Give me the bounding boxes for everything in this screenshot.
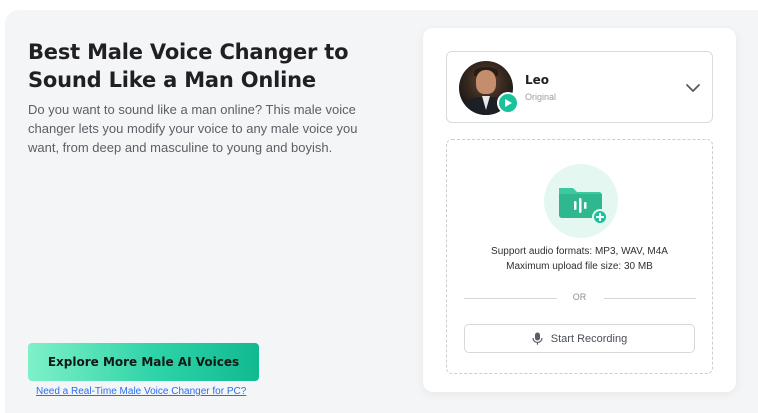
start-recording-label: Start Recording [550,332,628,345]
voice-name: Leo [525,73,550,87]
page-title: Best Male Voice Changer to Sound Like a … [28,38,388,94]
page-title-line2: Sound Like a Man Online [28,68,316,92]
supported-formats-text: Support audio formats: MP3, WAV, M4A [491,246,668,257]
voice-selector-dropdown[interactable]: Leo Original [446,51,713,123]
page-title-line1: Best Male Voice Changer to [28,40,349,64]
or-separator: OR [572,292,587,302]
voice-subtitle: Original [525,92,557,102]
audio-folder-icon[interactable] [544,164,618,238]
max-size-text: Maximum upload file size: 30 MB [506,261,653,272]
microphone-icon [532,332,543,345]
upload-info: Support audio formats: MP3, WAV, M4A Max… [447,244,712,274]
hero-section: Best Male Voice Changer to Sound Like a … [28,38,388,157]
upload-dropzone[interactable]: Support audio formats: MP3, WAV, M4A Max… [446,139,713,374]
divider-right [604,298,696,299]
page-background: Best Male Voice Changer to Sound Like a … [5,10,758,413]
play-icon[interactable] [497,92,519,114]
voice-changer-card: Leo Original Support audio formats: MP3,… [423,28,736,392]
pc-voice-changer-link[interactable]: Need a Real-Time Male Voice Changer for … [36,386,246,397]
start-recording-button[interactable]: Start Recording [464,324,695,353]
chevron-down-icon[interactable] [684,79,702,97]
page-description: Do you want to sound like a man online? … [28,102,358,155]
explore-voices-button[interactable]: Explore More Male AI Voices [28,343,259,381]
